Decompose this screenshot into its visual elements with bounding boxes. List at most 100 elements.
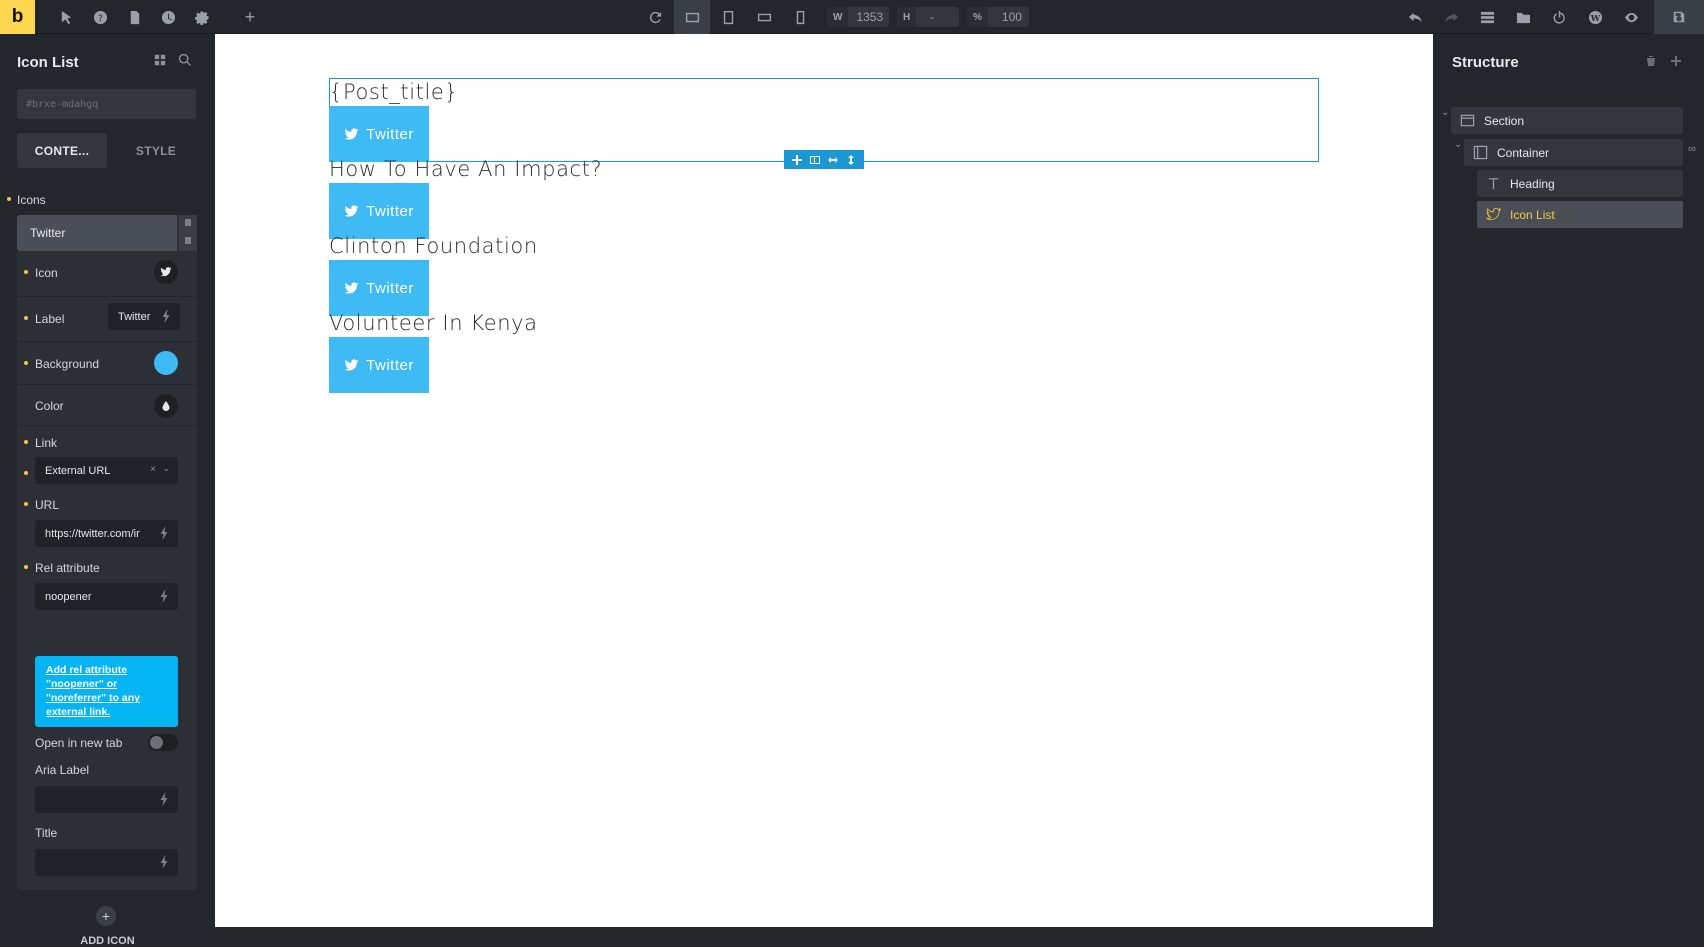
expand-icon[interactable]	[1670, 54, 1682, 72]
add-icon-button[interactable]: ADD ICON	[0, 935, 215, 947]
twitter-button[interactable]: Twitter	[329, 337, 429, 393]
save-button[interactable]	[1654, 0, 1704, 34]
add-icon-plus-icon[interactable]: +	[96, 906, 116, 926]
url-field-label: URL	[35, 498, 60, 512]
builder-canvas[interactable]: {Post_title} Twitter How To Have An Impa…	[215, 34, 1433, 927]
delete-icon[interactable]	[185, 237, 191, 244]
redo-icon[interactable]	[1441, 7, 1461, 27]
width-field[interactable]: W 1353	[827, 7, 889, 27]
label-input-value: Twitter	[118, 310, 151, 323]
color-picker[interactable]	[154, 394, 178, 418]
label-input[interactable]: Twitter	[108, 303, 180, 330]
changed-indicator	[7, 197, 11, 201]
structure-node-container[interactable]: Container	[1464, 139, 1683, 166]
dynamic-data-icon[interactable]	[159, 526, 170, 543]
height-value[interactable]: -	[916, 10, 942, 24]
help-icon[interactable]: ?	[90, 7, 110, 27]
vertical-resize-icon	[848, 154, 854, 165]
divider	[17, 384, 197, 385]
dynamic-data-icon[interactable]	[159, 589, 170, 606]
link-type-value: External URL	[45, 464, 111, 477]
wordpress-icon[interactable]: W	[1585, 7, 1605, 27]
height-field[interactable]: H-	[897, 7, 959, 27]
height-label: H	[897, 7, 917, 27]
columns-icon	[810, 155, 820, 164]
post-title[interactable]: {Post_title}	[329, 80, 458, 104]
tablet-portrait-icon[interactable]	[718, 7, 738, 27]
background-color-swatch[interactable]	[154, 351, 178, 375]
post-title[interactable]: Clinton Foundation	[329, 234, 538, 258]
changed-indicator	[24, 471, 28, 475]
desktop-view-icon[interactable]	[674, 0, 710, 34]
zoom-field[interactable]: % 100	[967, 7, 1029, 27]
settings-gear-icon[interactable]	[192, 7, 212, 27]
chevron-down-icon[interactable]: ⌄	[1454, 139, 1462, 150]
undo-icon[interactable]	[1405, 7, 1425, 27]
link-type-select[interactable]: External URL × ⌄	[35, 457, 178, 484]
changed-indicator	[24, 440, 28, 444]
icon-item-header[interactable]: Twitter	[17, 215, 177, 251]
trash-icon[interactable]	[1645, 54, 1657, 72]
preview-eye-icon[interactable]	[1621, 7, 1641, 27]
structure-title: Structure	[1452, 54, 1519, 71]
new-tab-toggle[interactable]	[148, 734, 178, 751]
url-input[interactable]: https://twitter.com/ir	[35, 520, 178, 547]
node-label: Icon List	[1510, 207, 1555, 222]
tab-content[interactable]: CONTE...	[17, 133, 107, 168]
post-title[interactable]: Volunteer In Kenya	[329, 311, 538, 335]
clear-icon[interactable]: ×	[150, 464, 156, 475]
changed-indicator	[24, 565, 28, 569]
power-icon[interactable]	[1549, 7, 1569, 27]
element-classes-icon[interactable]	[153, 53, 169, 69]
chevron-down-icon[interactable]: ⌄	[1441, 107, 1449, 118]
zoom-label: %	[967, 7, 988, 27]
twitter-button[interactable]: Twitter	[329, 260, 429, 316]
horizontal-resize-icon	[828, 156, 838, 163]
item-actions	[179, 215, 197, 251]
chevron-down-icon[interactable]: ⌄	[162, 463, 170, 474]
rel-input[interactable]: noopener	[35, 583, 178, 610]
mobile-portrait-icon[interactable]	[790, 7, 810, 27]
background-field-label: Background	[35, 357, 100, 371]
aria-label-input[interactable]	[35, 786, 178, 813]
twitter-button[interactable]: Twitter	[329, 106, 429, 162]
twitter-icon-picker[interactable]	[154, 260, 178, 284]
clone-icon[interactable]	[185, 219, 191, 226]
cursor-icon[interactable]	[56, 7, 76, 27]
structure-toggle-icon[interactable]	[1477, 7, 1497, 27]
dynamic-data-icon[interactable]	[159, 792, 170, 809]
reload-icon[interactable]	[645, 7, 665, 27]
title-input[interactable]	[35, 849, 178, 876]
link-icon[interactable]: ∞	[1688, 143, 1696, 155]
add-icon	[792, 154, 802, 165]
structure-node-section[interactable]: Section	[1451, 107, 1683, 134]
element-toolbar[interactable]	[784, 150, 864, 169]
dynamic-data-icon[interactable]	[159, 855, 170, 872]
search-icon[interactable]	[178, 53, 194, 69]
structure-node-icon-list[interactable]: Icon List	[1477, 201, 1683, 228]
twitter-icon	[1486, 207, 1501, 221]
changed-indicator	[24, 361, 28, 365]
element-id-field[interactable]: #brxe-mdahgq	[17, 89, 196, 119]
folder-icon[interactable]	[1513, 7, 1533, 27]
twitter-button[interactable]: Twitter	[329, 183, 429, 239]
twitter-button-label: Twitter	[366, 202, 414, 220]
pages-icon[interactable]	[124, 7, 144, 27]
twitter-icon	[344, 204, 359, 217]
add-element-icon[interactable]: +	[240, 7, 260, 27]
zoom-value[interactable]: 100	[988, 10, 1030, 24]
dynamic-data-icon[interactable]	[161, 309, 172, 326]
bricks-logo[interactable]: b	[0, 0, 35, 34]
structure-node-heading[interactable]: Heading	[1477, 170, 1683, 197]
history-icon[interactable]	[158, 7, 178, 27]
changed-indicator	[24, 270, 28, 274]
svg-text:W: W	[1589, 12, 1600, 22]
width-value[interactable]: 1353	[848, 10, 891, 24]
link-field-label: Link	[35, 436, 58, 450]
post-title[interactable]: How To Have An Impact?	[329, 157, 602, 181]
drop-icon	[162, 401, 170, 411]
tab-style[interactable]: STYLE	[111, 133, 201, 168]
rel-info-link[interactable]: Add rel attribute "noopener" or "norefer…	[35, 656, 178, 727]
new-tab-label: Open in new tab	[35, 736, 123, 750]
mobile-landscape-icon[interactable]	[754, 7, 774, 27]
